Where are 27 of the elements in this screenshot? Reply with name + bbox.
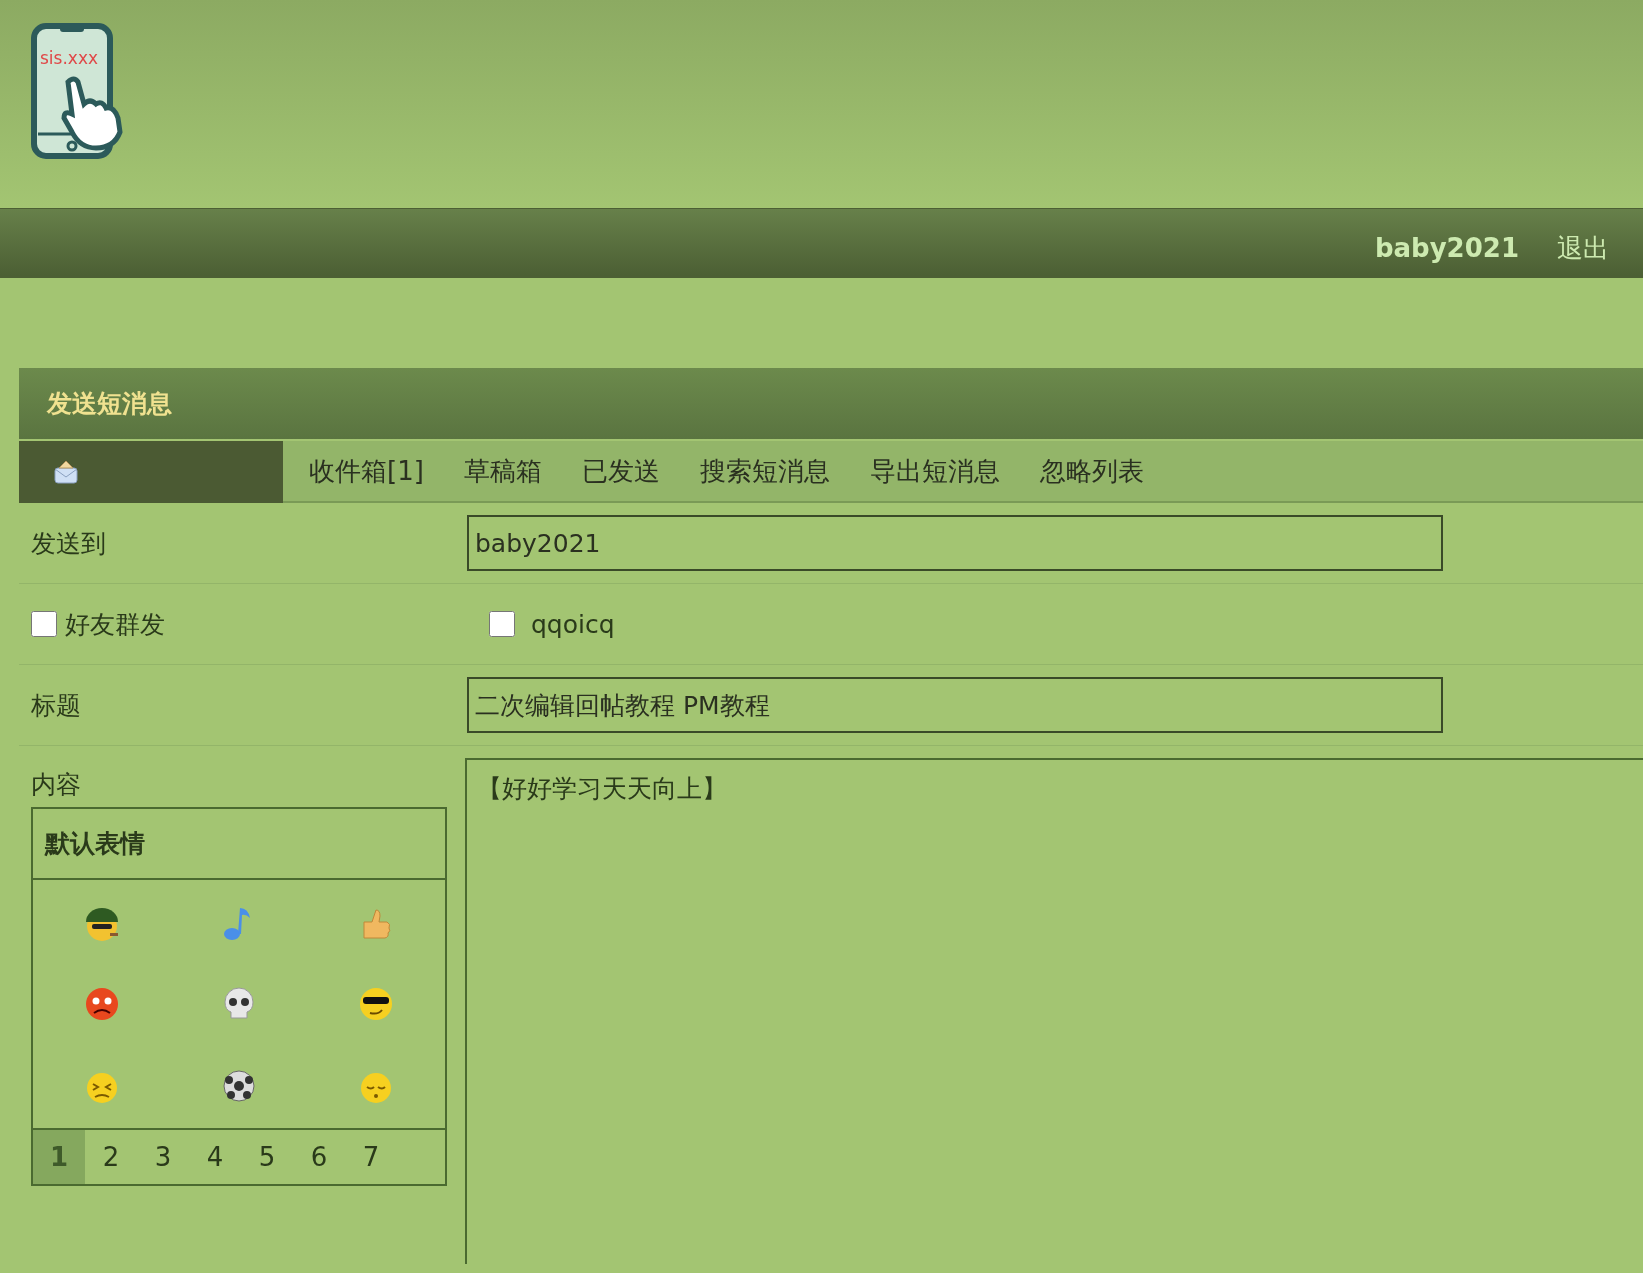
friends-checkbox[interactable] [31, 611, 57, 637]
smilies-title: 默认表情 [33, 809, 445, 880]
subject-input[interactable]: 二次编辑回帖教程 PM教程 [467, 677, 1443, 733]
tab[interactable]: 草稿箱 [463, 453, 542, 489]
field-label: 内容 [31, 769, 82, 801]
envelope-icon [53, 459, 79, 485]
checkbox-label: 好友群发 [65, 608, 165, 641]
tab[interactable]: 收件箱[1] [309, 453, 424, 489]
tab[interactable]: 导出短消息 [869, 453, 1000, 489]
page-link[interactable]: 2 [85, 1130, 137, 1184]
page-link[interactable]: 3 [137, 1130, 189, 1184]
checkbox-label: qqoicq [531, 609, 615, 639]
username-link[interactable]: baby2021 [1374, 233, 1519, 263]
message-textarea[interactable]: 【好好学习天天向上】 [465, 758, 1643, 1264]
tab[interactable]: 已发送 [581, 453, 660, 489]
page-link[interactable]: 7 [345, 1130, 397, 1184]
recipient-input[interactable]: baby2021 [467, 515, 1443, 571]
tab[interactable]: 忽略列表 [1039, 453, 1144, 489]
qqoicq-checkbox[interactable] [489, 611, 515, 637]
field-label: 发送到 [31, 527, 107, 560]
logout-link[interactable]: 退出 [1557, 230, 1609, 266]
page-link[interactable]: 4 [189, 1130, 241, 1184]
panel-title: 发送短消息 [19, 368, 1643, 439]
field-label: 标题 [31, 689, 82, 722]
page-link[interactable]: 6 [293, 1130, 345, 1184]
tab[interactable]: 搜索短消息 [699, 453, 830, 489]
page-link[interactable]: 5 [241, 1130, 293, 1184]
